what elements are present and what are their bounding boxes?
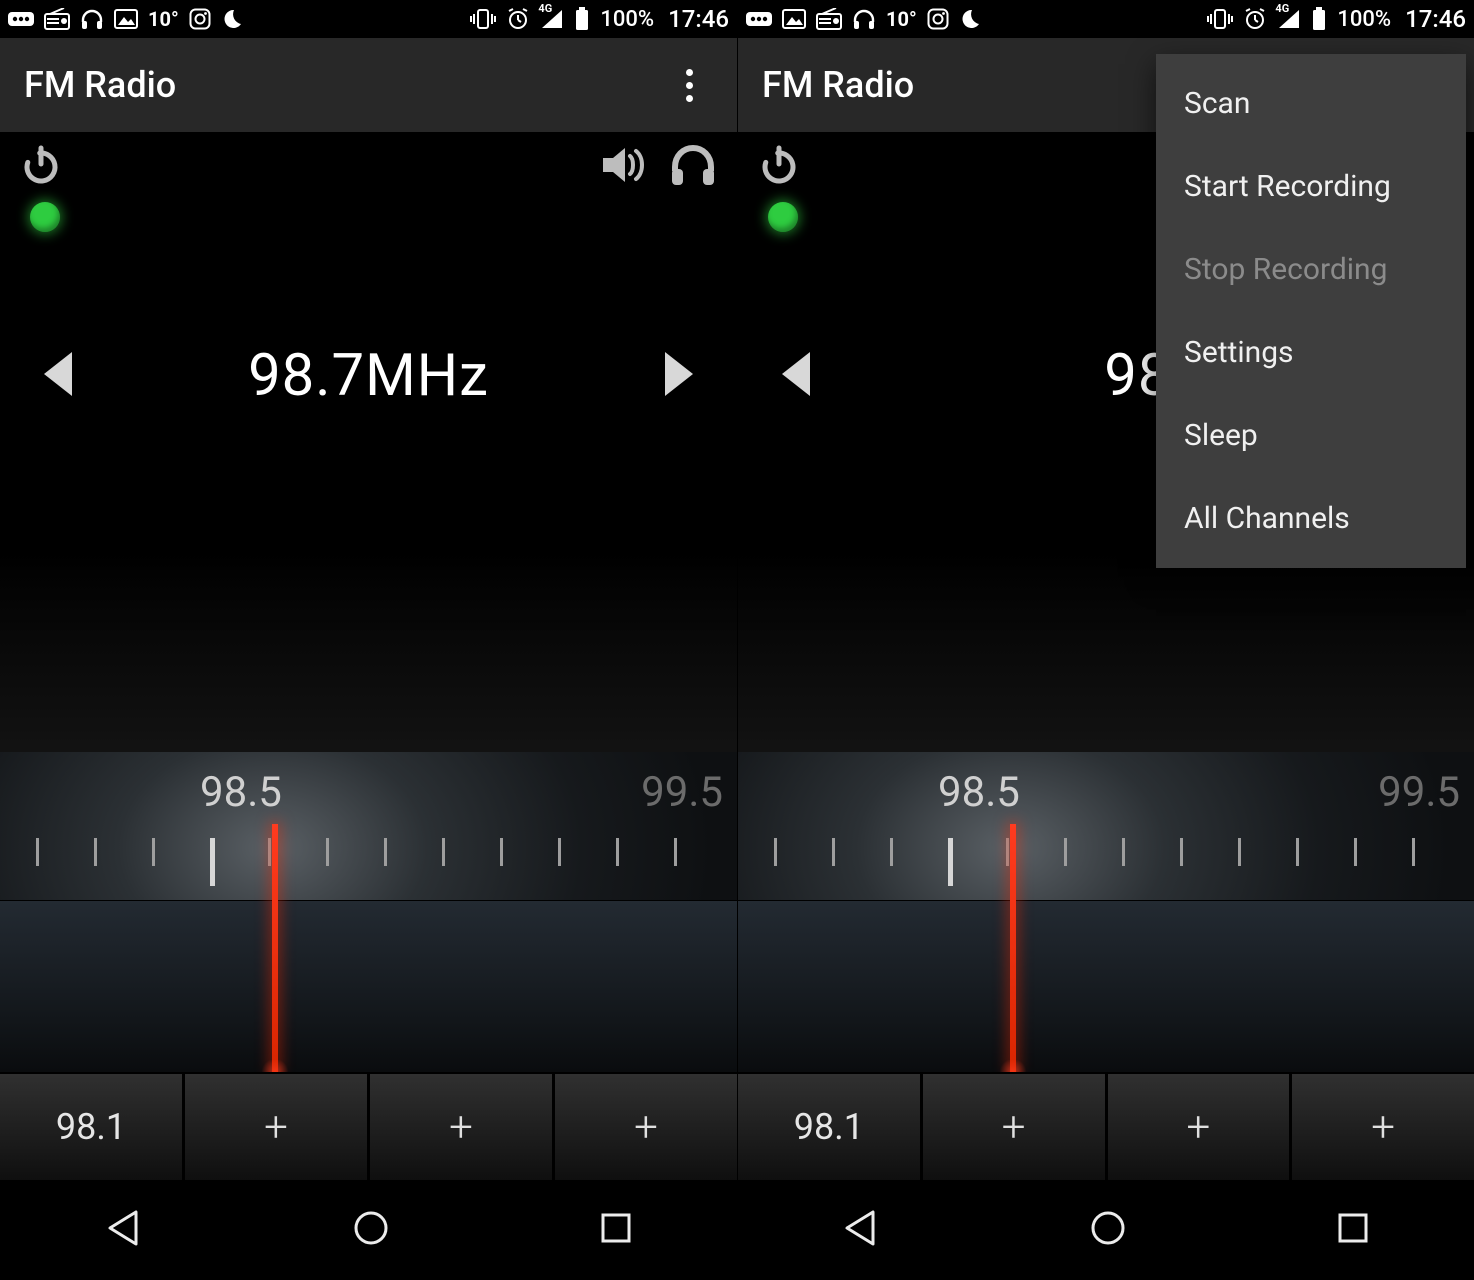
nav-back-button[interactable] bbox=[839, 1206, 883, 1254]
nav-bar bbox=[0, 1180, 737, 1280]
power-button[interactable] bbox=[18, 142, 64, 188]
signal-icon: 4G bbox=[1277, 8, 1301, 30]
weather-temp: 10° bbox=[148, 7, 179, 31]
dial-label-right: 99.5 bbox=[641, 768, 723, 817]
signal-icon: 4G bbox=[540, 8, 564, 30]
nav-home-button[interactable] bbox=[349, 1206, 393, 1254]
preset-1[interactable]: 98.1 bbox=[0, 1074, 185, 1180]
alarm-icon bbox=[1243, 8, 1267, 30]
power-button[interactable] bbox=[756, 142, 802, 188]
moon-icon bbox=[959, 8, 981, 30]
vibrate-icon bbox=[1207, 8, 1233, 30]
menu-item-sleep[interactable]: Sleep bbox=[1156, 394, 1466, 477]
status-time: 17:46 bbox=[668, 5, 729, 33]
preset-4-empty[interactable]: + bbox=[555, 1074, 737, 1180]
dial-label-center: 98.5 bbox=[938, 768, 1020, 817]
preset-2-empty[interactable]: + bbox=[185, 1074, 370, 1180]
battery-percent: 100% bbox=[1337, 7, 1391, 32]
menu-item-stop-recording: Stop Recording bbox=[1156, 228, 1466, 311]
radio-icon bbox=[44, 8, 70, 30]
preset-3-empty[interactable]: + bbox=[370, 1074, 555, 1180]
overflow-menu: Scan Start Recording Stop Recording Sett… bbox=[1156, 54, 1466, 568]
dial-label-center: 98.5 bbox=[200, 768, 282, 817]
phone-left: 10° 4G 100% 17:46 FM Radio bbox=[0, 0, 737, 1280]
vibrate-icon bbox=[470, 8, 496, 30]
dots-badge-icon bbox=[8, 9, 34, 29]
moon-icon bbox=[221, 8, 243, 30]
dial-ticks bbox=[738, 838, 1474, 898]
headphones-icon bbox=[852, 8, 876, 30]
phone-right: 10° 4G 100% 17:46 FM Radio 98. bbox=[737, 0, 1474, 1280]
frequency-dial[interactable]: 98.5 99.5 bbox=[0, 752, 737, 1072]
picture-icon bbox=[114, 9, 138, 29]
status-bar: 10° 4G 100% 17:46 bbox=[0, 0, 737, 38]
seek-prev-button[interactable] bbox=[774, 346, 818, 406]
nav-recents-button[interactable] bbox=[596, 1208, 636, 1252]
seek-next-button[interactable] bbox=[657, 346, 701, 406]
menu-item-all-channels[interactable]: All Channels bbox=[1156, 477, 1466, 560]
frequency-dial[interactable]: 98.5 99.5 bbox=[738, 752, 1474, 1072]
dots-badge-icon bbox=[746, 9, 772, 29]
nav-recents-button[interactable] bbox=[1333, 1208, 1373, 1252]
menu-item-scan[interactable]: Scan bbox=[1156, 62, 1466, 145]
frequency-display: 98.7MHz bbox=[248, 342, 489, 410]
radio-icon bbox=[816, 8, 842, 30]
instagram-icon bbox=[927, 8, 949, 30]
preset-row: 98.1 + + + bbox=[0, 1072, 737, 1180]
preset-3-empty[interactable]: + bbox=[1108, 1074, 1293, 1180]
app-title: FM Radio bbox=[24, 64, 176, 106]
preset-2-empty[interactable]: + bbox=[923, 1074, 1108, 1180]
dial-needle bbox=[1010, 824, 1016, 1072]
alarm-icon bbox=[506, 8, 530, 30]
picture-icon bbox=[782, 9, 806, 29]
speaker-button[interactable] bbox=[599, 144, 649, 186]
overflow-menu-button[interactable] bbox=[665, 61, 713, 109]
dial-label-right: 99.5 bbox=[1378, 768, 1460, 817]
dial-needle bbox=[272, 824, 278, 1072]
dial-ticks bbox=[0, 838, 737, 898]
preset-1[interactable]: 98.1 bbox=[738, 1074, 923, 1180]
nav-home-button[interactable] bbox=[1086, 1206, 1130, 1254]
seek-prev-button[interactable] bbox=[36, 346, 80, 406]
menu-item-settings[interactable]: Settings bbox=[1156, 311, 1466, 394]
weather-temp: 10° bbox=[886, 7, 917, 31]
headphones-icon bbox=[80, 8, 104, 30]
headphones-button[interactable] bbox=[667, 143, 719, 187]
status-bar: 10° 4G 100% 17:46 bbox=[738, 0, 1474, 38]
app-title-bar: FM Radio bbox=[0, 38, 737, 132]
battery-icon bbox=[574, 7, 590, 31]
radio-main: 98.7MHz 98.5 99.5 bbox=[0, 132, 737, 1180]
battery-icon bbox=[1311, 7, 1327, 31]
status-indicator-on bbox=[30, 202, 60, 232]
app-title: FM Radio bbox=[762, 64, 914, 106]
instagram-icon bbox=[189, 8, 211, 30]
status-time: 17:46 bbox=[1405, 5, 1466, 33]
preset-row: 98.1 + + + bbox=[738, 1072, 1474, 1180]
menu-item-start-recording[interactable]: Start Recording bbox=[1156, 145, 1466, 228]
preset-4-empty[interactable]: + bbox=[1292, 1074, 1474, 1180]
nav-back-button[interactable] bbox=[102, 1206, 146, 1254]
nav-bar bbox=[738, 1180, 1474, 1280]
battery-percent: 100% bbox=[600, 7, 654, 32]
status-indicator-on bbox=[768, 202, 798, 232]
